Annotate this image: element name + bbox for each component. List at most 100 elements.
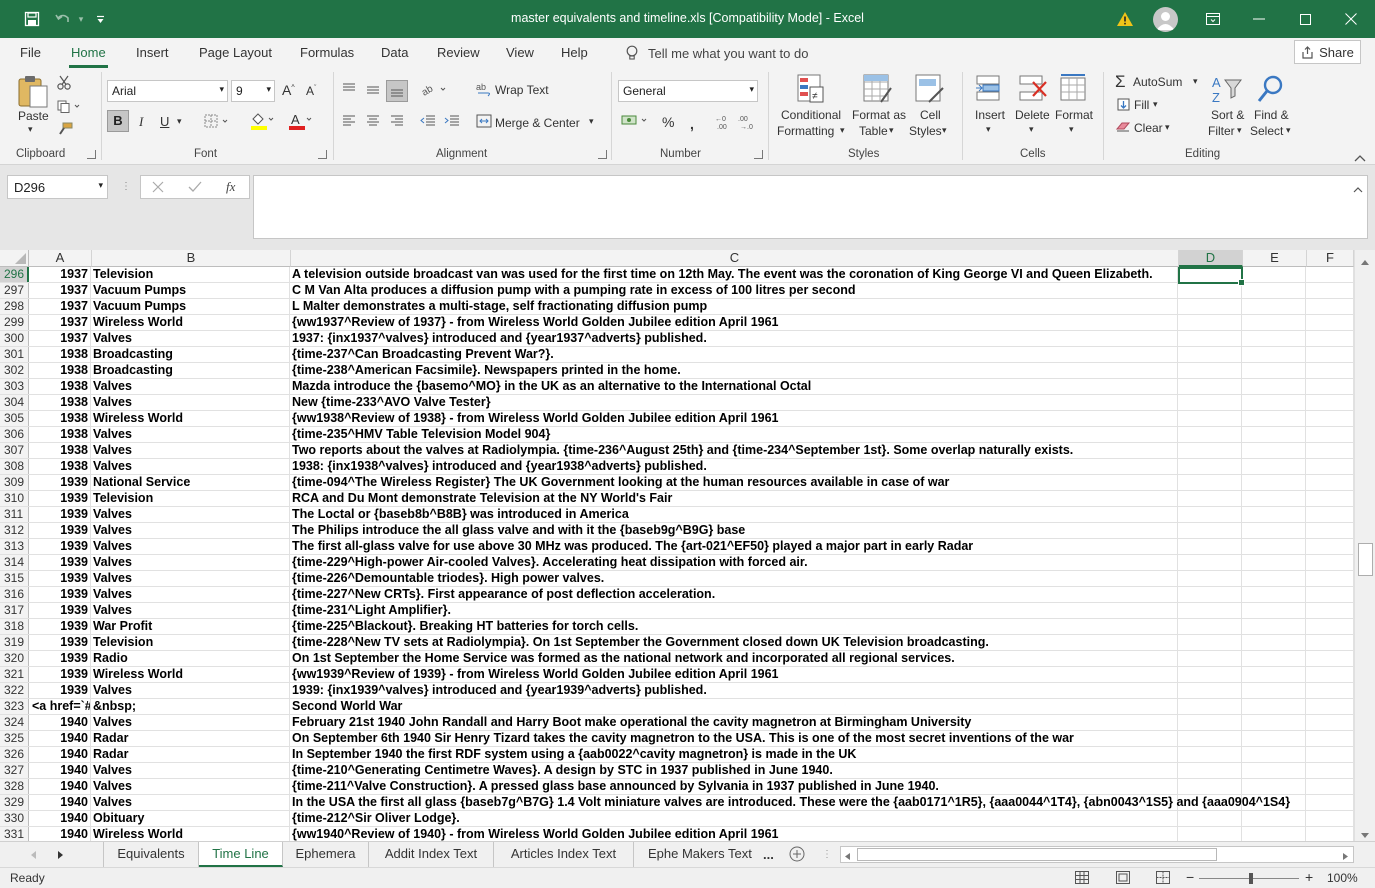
undo-icon[interactable] (50, 0, 76, 38)
align-top-icon[interactable] (342, 83, 356, 98)
row-header[interactable]: 325 (0, 731, 29, 746)
scroll-up-icon[interactable] (1360, 255, 1370, 269)
cell-c[interactable]: {time-229^High-power Air-cooled Valves}.… (290, 555, 1178, 570)
cell-c[interactable]: Two reports about the valves at Radiolym… (290, 443, 1178, 458)
share-button[interactable]: Share (1294, 40, 1361, 64)
cell-f[interactable] (1306, 587, 1354, 602)
horizontal-scroll-thumb[interactable] (857, 848, 1217, 861)
merge-center-icon[interactable] (476, 114, 492, 131)
cell-a[interactable]: 1938 (29, 363, 91, 378)
cell-b[interactable]: Wireless World (91, 315, 290, 330)
zoom-slider-knob[interactable] (1249, 873, 1253, 884)
clear-button[interactable]: Clear (1134, 121, 1163, 135)
cell-e[interactable] (1242, 507, 1306, 522)
cell-d[interactable] (1178, 667, 1242, 682)
row-header[interactable]: 322 (0, 683, 29, 698)
row-header[interactable]: 307 (0, 443, 29, 458)
row-header[interactable]: 316 (0, 587, 29, 602)
cell-b[interactable]: Television (91, 635, 290, 650)
scroll-tabs-left-icon[interactable] (30, 849, 37, 863)
column-header-f[interactable]: F (1307, 250, 1354, 267)
row-header[interactable]: 301 (0, 347, 29, 362)
row-header[interactable]: 297 (0, 283, 29, 298)
merge-dropdown-icon[interactable]: ▾ (589, 116, 594, 127)
font-name-select[interactable]: Arial ▾ (107, 80, 228, 102)
cell-b[interactable]: Radar (91, 747, 290, 762)
conditional-formatting-label-2[interactable]: Formatting (777, 124, 834, 138)
cell-e[interactable] (1242, 827, 1306, 841)
cell-c[interactable]: {ww1940^Review of 1940} - from Wireless … (290, 827, 1178, 841)
cell-c[interactable]: {time-231^Light Amplifier}. (290, 603, 1178, 618)
underline-icon[interactable]: U (160, 114, 169, 129)
cell-c[interactable]: The first all-glass valve for use above … (290, 539, 1178, 554)
decrease-indent-icon[interactable] (420, 115, 436, 130)
orientation-icon[interactable]: ab (420, 81, 448, 100)
cell-e[interactable] (1242, 587, 1306, 602)
row-header[interactable]: 303 (0, 379, 29, 394)
cell-e[interactable] (1242, 571, 1306, 586)
cell-e[interactable] (1242, 619, 1306, 634)
cell-f[interactable] (1306, 523, 1354, 538)
format-painter-icon[interactable] (57, 122, 73, 139)
cell-f[interactable] (1306, 571, 1354, 586)
sheet-tab-equivalents[interactable]: Equivalents (103, 842, 199, 867)
cell-c[interactable]: L Malter demonstrates a multi-stage, sel… (290, 299, 1178, 314)
underline-dropdown-icon[interactable]: ▾ (177, 116, 182, 127)
cut-icon[interactable] (57, 75, 71, 93)
cell-e[interactable] (1242, 363, 1306, 378)
cell-b[interactable]: Valves (91, 571, 290, 586)
insert-cells-label[interactable]: Insert (975, 108, 1005, 122)
cell-a[interactable]: 1939 (29, 619, 91, 634)
cell-a[interactable]: 1940 (29, 763, 91, 778)
tell-me-search[interactable]: Tell me what you want to do (626, 45, 808, 61)
cell-b[interactable]: Valves (91, 443, 290, 458)
cell-f[interactable] (1306, 267, 1354, 282)
tab-page-layout[interactable]: Page Layout (199, 45, 272, 60)
tab-data[interactable]: Data (381, 45, 408, 60)
cell-d[interactable] (1178, 523, 1242, 538)
tab-view[interactable]: View (506, 45, 534, 60)
cell-d[interactable] (1178, 603, 1242, 618)
align-center-icon[interactable] (366, 115, 380, 130)
cell-e[interactable] (1242, 475, 1306, 490)
cell-styles-label-2[interactable]: Styles (909, 124, 942, 138)
cell-b[interactable]: Television (91, 491, 290, 506)
cell-b[interactable]: Television (91, 267, 290, 282)
cell-a[interactable]: 1939 (29, 507, 91, 522)
column-header-d[interactable]: D (1179, 250, 1243, 267)
cell-c[interactable]: {time-238^American Facsimile}. Newspaper… (290, 363, 1178, 378)
format-cells-label[interactable]: Format (1055, 108, 1093, 122)
cell-a[interactable]: 1939 (29, 539, 91, 554)
cell-a[interactable]: 1937 (29, 267, 91, 282)
cell-f[interactable] (1306, 315, 1354, 330)
cell-b[interactable]: Valves (91, 779, 290, 794)
cell-c[interactable]: {time-212^Sir Oliver Lodge}. (290, 811, 1178, 826)
cell-f[interactable] (1306, 379, 1354, 394)
sort-filter-label[interactable]: Sort & (1211, 108, 1244, 122)
cell-a[interactable]: 1939 (29, 555, 91, 570)
paste-icon[interactable] (17, 74, 49, 111)
cell-a[interactable]: 1940 (29, 827, 91, 841)
cell-c[interactable]: {ww1939^Review of 1939} - from Wireless … (290, 667, 1178, 682)
tab-insert[interactable]: Insert (136, 45, 169, 60)
enter-icon[interactable] (188, 181, 202, 196)
cell-b[interactable]: Valves (91, 603, 290, 618)
cell-c[interactable]: {ww1938^Review of 1938} - from Wireless … (290, 411, 1178, 426)
cell-d[interactable] (1178, 683, 1242, 698)
cell-a[interactable]: 1937 (29, 283, 91, 298)
cell-f[interactable] (1306, 683, 1354, 698)
row-header[interactable]: 320 (0, 651, 29, 666)
cell-e[interactable] (1242, 523, 1306, 538)
number-format-select[interactable]: General ▾ (618, 80, 758, 102)
cell-d[interactable] (1178, 411, 1242, 426)
conditional-formatting-label[interactable]: Conditional (781, 108, 841, 122)
cell-d[interactable] (1178, 731, 1242, 746)
scroll-left-icon[interactable] (844, 850, 851, 864)
cell-e[interactable] (1242, 747, 1306, 762)
cell-c[interactable]: {time-094^The Wireless Register} The UK … (290, 475, 1178, 490)
wrap-text-button[interactable]: Wrap Text (495, 83, 549, 97)
find-select-icon[interactable] (1256, 74, 1286, 107)
row-header[interactable]: 328 (0, 779, 29, 794)
cell-d[interactable] (1178, 475, 1242, 490)
fill-button[interactable]: Fill (1134, 98, 1149, 112)
